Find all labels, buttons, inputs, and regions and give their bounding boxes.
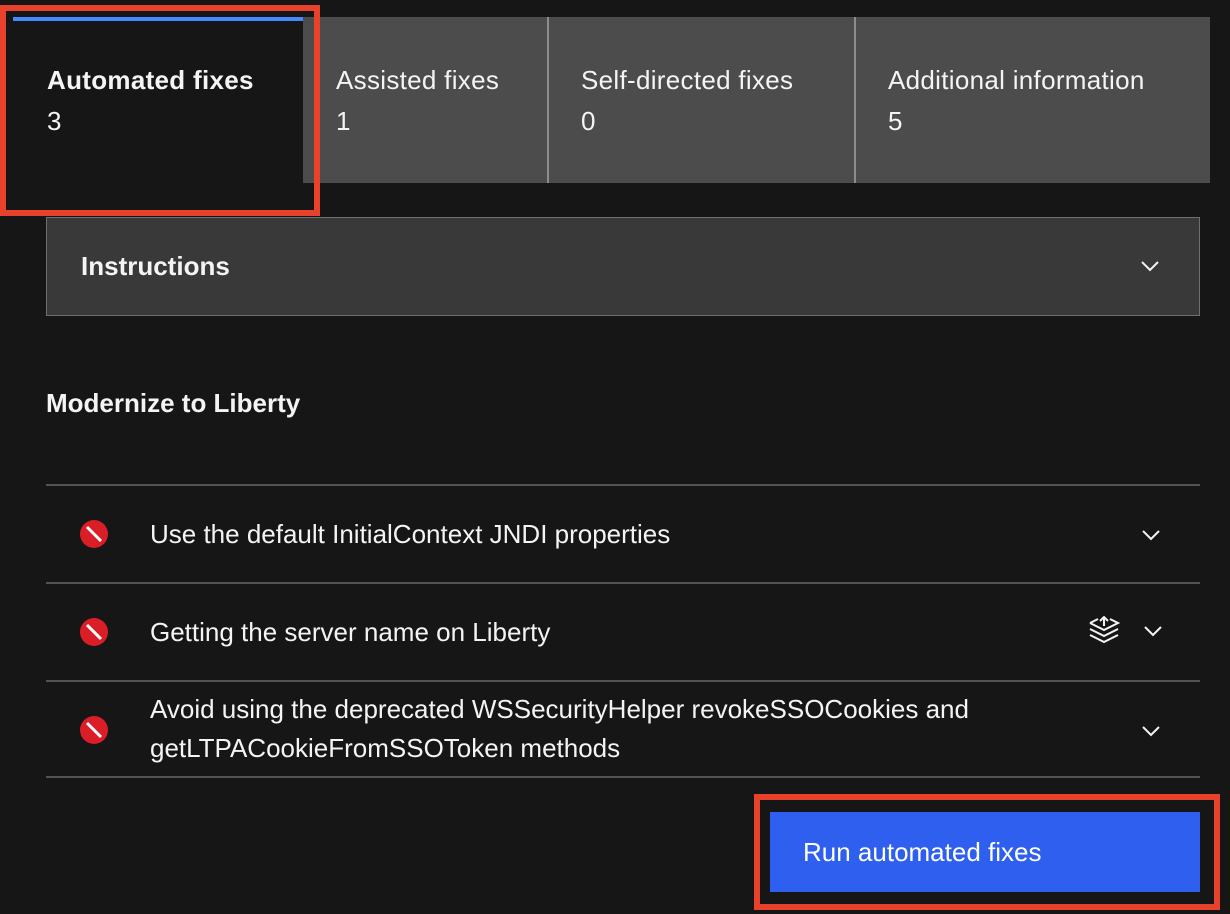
issue-row[interactable]: Avoid using the deprecated WSSecurityHel… xyxy=(46,680,1200,778)
issue-text: Use the default InitialContext JNDI prop… xyxy=(150,519,671,549)
instructions-accordion[interactable]: Instructions xyxy=(46,217,1200,316)
issue-row[interactable]: Use the default InitialContext JNDI prop… xyxy=(46,484,1200,582)
tab-label: Additional information xyxy=(888,65,1145,95)
tab-label: Self-directed fixes xyxy=(581,65,794,95)
tab-count: 5 xyxy=(888,106,903,136)
blocked-icon xyxy=(78,714,110,746)
issue-row[interactable]: Getting the server name on Liberty xyxy=(46,582,1200,680)
tab-label: Assisted fixes xyxy=(336,65,500,95)
tab-count: 1 xyxy=(336,106,351,136)
issue-text: Getting the server name on Liberty xyxy=(150,617,551,647)
chevron-down-icon[interactable] xyxy=(1140,720,1162,742)
tab-assisted-fixes[interactable]: Assisted fixes 1 xyxy=(303,17,548,183)
layers-icon[interactable] xyxy=(1088,615,1121,648)
tab-self-directed-fixes[interactable]: Self-directed fixes 0 xyxy=(547,17,855,183)
blocked-icon xyxy=(78,616,110,648)
tab-label: Automated fixes xyxy=(47,65,254,95)
issue-text: Avoid using the deprecated WSSecurityHel… xyxy=(150,694,969,763)
tab-count: 0 xyxy=(581,106,596,136)
tab-count: 3 xyxy=(47,106,62,136)
chevron-down-icon[interactable] xyxy=(1140,524,1162,546)
section-title: Modernize to Liberty xyxy=(46,388,301,418)
run-automated-fixes-button[interactable]: Run automated fixes xyxy=(770,812,1200,892)
chevron-down-icon[interactable] xyxy=(1142,620,1164,642)
chevron-down-icon xyxy=(1139,255,1161,277)
tab-additional-information[interactable]: Additional information 5 xyxy=(854,17,1210,183)
blocked-icon xyxy=(78,518,110,550)
tab-automated-fixes[interactable]: Automated fixes 3 xyxy=(13,17,303,183)
issue-list: Use the default InitialContext JNDI prop… xyxy=(46,484,1200,778)
fixes-tab-bar: Automated fixes 3 Assisted fixes 1 Self-… xyxy=(0,0,1230,215)
instructions-title: Instructions xyxy=(81,251,230,281)
